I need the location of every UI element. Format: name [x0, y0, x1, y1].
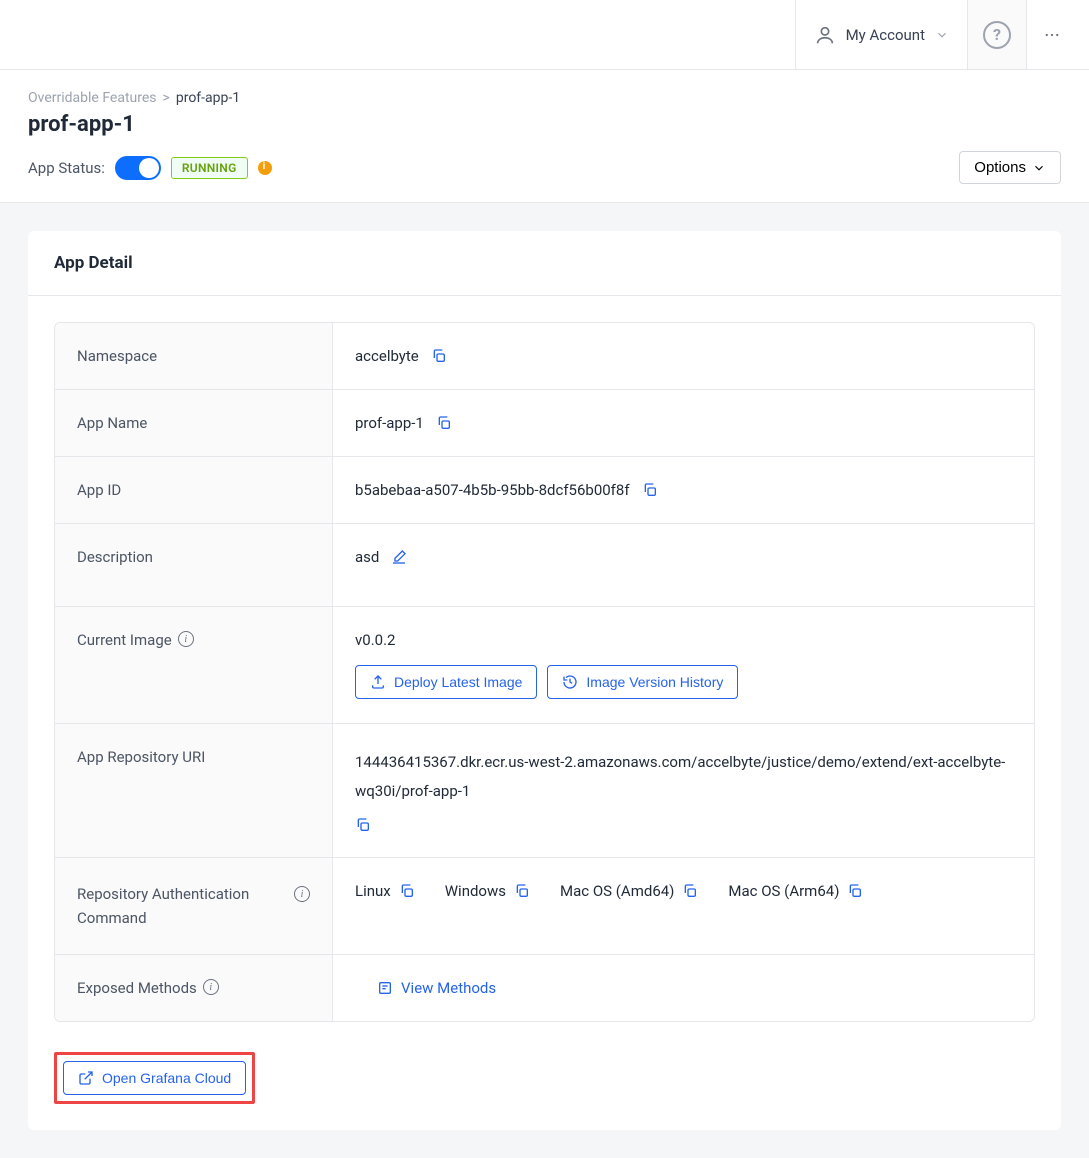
- breadcrumb: Overridable Features > prof-app-1: [28, 90, 1061, 106]
- page-title: prof-app-1: [28, 112, 1061, 137]
- grafana-highlight: Open Grafana Cloud: [54, 1052, 255, 1104]
- os-windows-label: Windows: [445, 882, 506, 900]
- currentimage-value: v0.0.2: [355, 631, 395, 649]
- exposed-label-text: Exposed Methods: [77, 979, 197, 997]
- copy-icon[interactable]: [436, 415, 452, 431]
- user-icon: [814, 24, 836, 46]
- repoauth-value-cell: Linux Windows Mac OS (Amd64): [333, 858, 1034, 954]
- appid-label: App ID: [55, 457, 333, 523]
- chevron-down-icon: [935, 28, 949, 42]
- open-grafana-button[interactable]: Open Grafana Cloud: [63, 1061, 246, 1095]
- history-icon: [562, 674, 578, 690]
- account-label: My Account: [846, 26, 925, 44]
- topbar: My Account ?: [0, 0, 1089, 70]
- image-history-button[interactable]: Image Version History: [547, 665, 738, 699]
- namespace-value: accelbyte: [355, 347, 419, 365]
- description-label: Description: [55, 524, 333, 606]
- copy-icon[interactable]: [431, 348, 447, 364]
- appid-value-cell: b5abebaa-a507-4b5b-95bb-8dcf56b00f8f: [333, 457, 1034, 523]
- help-icon: ?: [983, 21, 1011, 49]
- info-icon[interactable]: [178, 631, 194, 647]
- info-icon[interactable]: [294, 886, 310, 902]
- status-row: App Status: RUNNING Options: [28, 151, 1061, 184]
- exposed-label: Exposed Methods: [55, 955, 333, 1021]
- row-namespace: Namespace accelbyte: [55, 323, 1034, 390]
- row-repouri: App Repository URI 144436415367.dkr.ecr.…: [55, 724, 1034, 858]
- row-repoauth: Repository Authentication Command Linux …: [55, 858, 1034, 955]
- edit-icon[interactable]: [391, 549, 407, 565]
- app-status-toggle[interactable]: [115, 156, 161, 180]
- repouri-value-cell: 144436415367.dkr.ecr.us-west-2.amazonaws…: [333, 724, 1034, 857]
- os-mac-amd: Mac OS (Amd64): [560, 882, 698, 900]
- os-linux: Linux: [355, 882, 415, 900]
- os-linux-label: Linux: [355, 882, 391, 900]
- appname-value-cell: prof-app-1: [333, 390, 1034, 456]
- warning-icon[interactable]: [258, 161, 272, 175]
- repoauth-label-text: Repository Authentication Command: [77, 882, 288, 930]
- more-button[interactable]: [1027, 0, 1077, 69]
- repoauth-label: Repository Authentication Command: [55, 858, 333, 954]
- history-btn-label: Image Version History: [586, 674, 723, 690]
- description-value-cell: asd: [333, 524, 1034, 606]
- breadcrumb-current: prof-app-1: [176, 90, 240, 106]
- grafana-label: Open Grafana Cloud: [102, 1070, 231, 1086]
- account-menu[interactable]: My Account: [795, 0, 967, 69]
- currentimage-value-cell: v0.0.2 Deploy Latest Image: [333, 607, 1034, 723]
- info-icon[interactable]: [203, 979, 219, 995]
- help-button[interactable]: ?: [967, 0, 1027, 69]
- copy-icon[interactable]: [847, 883, 863, 899]
- status-badge: RUNNING: [171, 157, 248, 179]
- appname-value: prof-app-1: [355, 414, 424, 432]
- copy-icon[interactable]: [514, 883, 530, 899]
- deploy-btn-label: Deploy Latest Image: [394, 674, 522, 690]
- currentimage-label: Current Image: [55, 607, 333, 723]
- card-body: Namespace accelbyte App Name: [28, 296, 1061, 1130]
- copy-icon[interactable]: [399, 883, 415, 899]
- namespace-label: Namespace: [55, 323, 333, 389]
- description-value: asd: [355, 548, 379, 566]
- view-methods-label: View Methods: [401, 979, 496, 997]
- row-appid: App ID b5abebaa-a507-4b5b-95bb-8dcf56b00…: [55, 457, 1034, 524]
- breadcrumb-separator: >: [163, 90, 170, 106]
- copy-icon[interactable]: [355, 817, 371, 833]
- page-header: Overridable Features > prof-app-1 prof-a…: [0, 70, 1089, 203]
- view-methods-link[interactable]: View Methods: [355, 979, 496, 997]
- row-description: Description asd: [55, 524, 1034, 607]
- exposed-value-cell: View Methods: [333, 955, 1034, 1021]
- options-label: Options: [974, 159, 1026, 176]
- currentimage-label-text: Current Image: [77, 631, 172, 649]
- os-mac-arm: Mac OS (Arm64): [728, 882, 863, 900]
- detail-table: Namespace accelbyte App Name: [54, 322, 1035, 1022]
- row-appname: App Name prof-app-1: [55, 390, 1034, 457]
- deploy-latest-button[interactable]: Deploy Latest Image: [355, 665, 537, 699]
- namespace-value-cell: accelbyte: [333, 323, 1034, 389]
- copy-icon[interactable]: [642, 482, 658, 498]
- options-button[interactable]: Options: [959, 151, 1061, 184]
- chevron-down-icon: [1032, 161, 1046, 175]
- copy-icon[interactable]: [682, 883, 698, 899]
- repouri-label: App Repository URI: [55, 724, 333, 857]
- repouri-value: 144436415367.dkr.ecr.us-west-2.amazonaws…: [355, 748, 1012, 805]
- row-currentimage: Current Image v0.0.2 Deploy: [55, 607, 1034, 724]
- list-icon: [377, 980, 393, 996]
- app-detail-card: App Detail Namespace accelbyte: [28, 231, 1061, 1130]
- more-horizontal-icon: [1043, 26, 1061, 44]
- external-link-icon: [78, 1070, 94, 1086]
- os-windows: Windows: [445, 882, 530, 900]
- breadcrumb-parent[interactable]: Overridable Features: [28, 90, 157, 106]
- upload-icon: [370, 674, 386, 690]
- appid-value: b5abebaa-a507-4b5b-95bb-8dcf56b00f8f: [355, 481, 630, 499]
- status-left: App Status: RUNNING: [28, 156, 272, 180]
- content-area: App Detail Namespace accelbyte: [0, 203, 1089, 1158]
- os-mac-arm-label: Mac OS (Arm64): [728, 882, 839, 900]
- row-exposed: Exposed Methods View Methods: [55, 955, 1034, 1021]
- os-mac-amd-label: Mac OS (Amd64): [560, 882, 674, 900]
- status-label: App Status:: [28, 159, 105, 177]
- card-title: App Detail: [54, 253, 1035, 273]
- card-header: App Detail: [28, 231, 1061, 296]
- appname-label: App Name: [55, 390, 333, 456]
